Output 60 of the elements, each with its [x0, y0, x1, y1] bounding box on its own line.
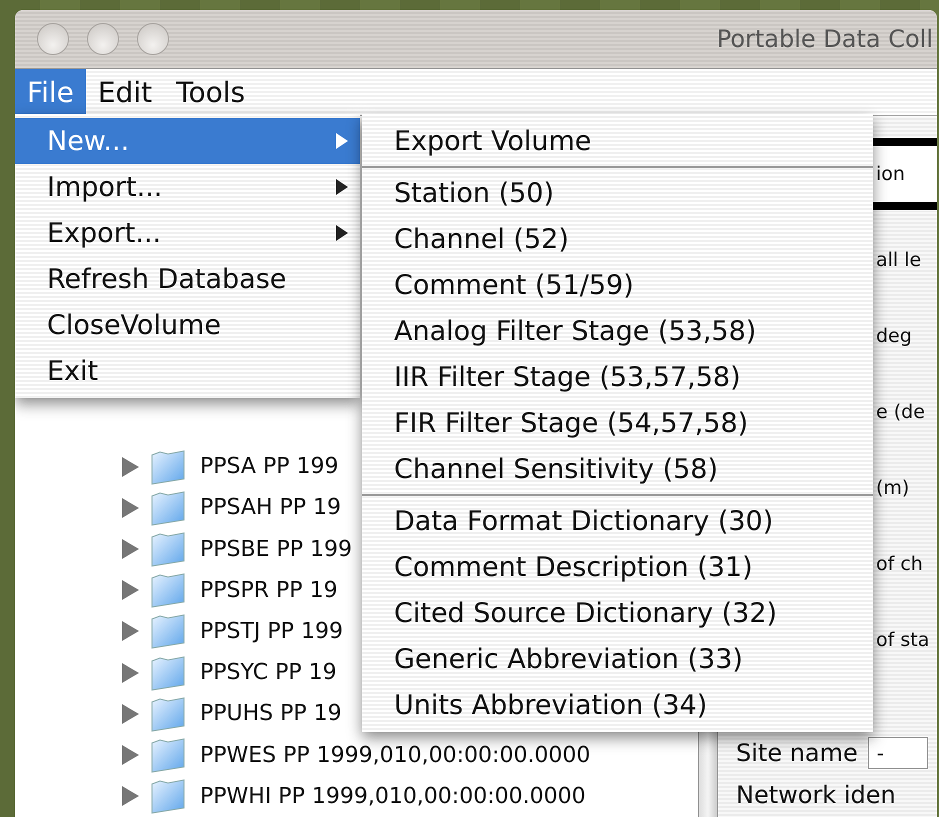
tree-item-label[interactable]: PPSAH PP 19 [200, 495, 342, 520]
tree-item-label[interactable]: PPWES PP 1999,010,00:00:00.0000 [200, 742, 590, 768]
tree-item-label[interactable]: PPSBE PP 199 [200, 536, 352, 562]
input-field[interactable]: - [868, 737, 928, 769]
disclosure-triangle-icon[interactable] [120, 786, 140, 806]
submenu-arrow-icon [336, 133, 348, 149]
disclosure-triangle-icon[interactable] [120, 745, 140, 766]
field-label: Site name [736, 739, 858, 767]
folder-icon [150, 696, 186, 732]
tree-item-label[interactable]: PPSYC PP 19 [200, 660, 337, 686]
tree-item-label[interactable]: PPSPR PP 19 [200, 578, 338, 603]
field-label: of ch [876, 553, 923, 575]
menu-item[interactable]: IIR Filter Stage (53,57,58) [362, 354, 873, 400]
tree-item-label[interactable]: PPSTJ PP 199 [200, 618, 343, 644]
field-label: e (de [876, 401, 925, 423]
menu-title[interactable]: Tools [164, 69, 258, 115]
folder-icon [150, 613, 186, 650]
disclosure-triangle-icon[interactable] [120, 621, 140, 642]
menu-item[interactable]: Refresh Database [15, 256, 360, 302]
menu-item[interactable]: Analog Filter Stage (53,58) [362, 308, 873, 354]
folder-icon [150, 531, 186, 568]
window-title: Portable Data Coll [716, 25, 933, 53]
disclosure-triangle-icon[interactable] [120, 662, 140, 683]
folder-icon [150, 737, 186, 774]
menu-item[interactable]: CloseVolume [15, 302, 360, 348]
submenu-arrow-icon [336, 225, 348, 241]
disclosure-triangle-icon[interactable] [120, 456, 140, 477]
menu-item[interactable]: Channel (52) [362, 216, 873, 262]
menu-item[interactable]: FIR Filter Stage (54,57,58) [362, 400, 873, 446]
tree-item-label[interactable]: PPUHS PP 19 [200, 701, 342, 726]
disclosure-triangle-icon[interactable] [120, 704, 140, 724]
menu-item[interactable]: Export... [15, 210, 360, 256]
menu-title[interactable]: Edit [86, 69, 164, 115]
menu-item[interactable]: Generic Abbreviation (33) [362, 636, 873, 682]
menu-title[interactable]: File [15, 69, 86, 115]
menu-item[interactable]: Comment Description (31) [362, 544, 873, 590]
menu-item[interactable]: Channel Sensitivity (58) [362, 446, 873, 492]
menu-item[interactable]: Units Abbreviation (34) [362, 682, 873, 728]
menu-item[interactable]: Exit [15, 348, 360, 394]
field-label: (m) [876, 477, 910, 499]
submenu-arrow-icon [336, 179, 348, 195]
folder-icon [150, 448, 186, 485]
field-label: deg [876, 325, 912, 347]
field-label: Network iden [736, 781, 896, 809]
tree-item-label[interactable]: PPWHI PP 1999,010,00:00:00.0000 [200, 784, 586, 809]
menu-item[interactable]: Cited Source Dictionary (32) [362, 590, 873, 636]
folder-icon [150, 490, 186, 526]
folder-icon [150, 654, 186, 691]
disclosure-triangle-icon[interactable] [120, 539, 140, 560]
field-label: of sta [876, 629, 930, 651]
menu-item[interactable]: Import... [15, 164, 360, 210]
folder-icon [150, 778, 186, 814]
menu-item[interactable]: Comment (51/59) [362, 262, 873, 308]
tree-item-label[interactable]: PPSA PP 199 [200, 454, 338, 480]
disclosure-triangle-icon[interactable] [120, 580, 140, 600]
disclosure-triangle-icon[interactable] [120, 498, 140, 518]
field-label: all le [876, 249, 922, 271]
menu-item[interactable]: New... [15, 118, 360, 164]
folder-icon [150, 572, 186, 608]
menu-item[interactable]: Data Format Dictionary (30) [362, 498, 873, 544]
